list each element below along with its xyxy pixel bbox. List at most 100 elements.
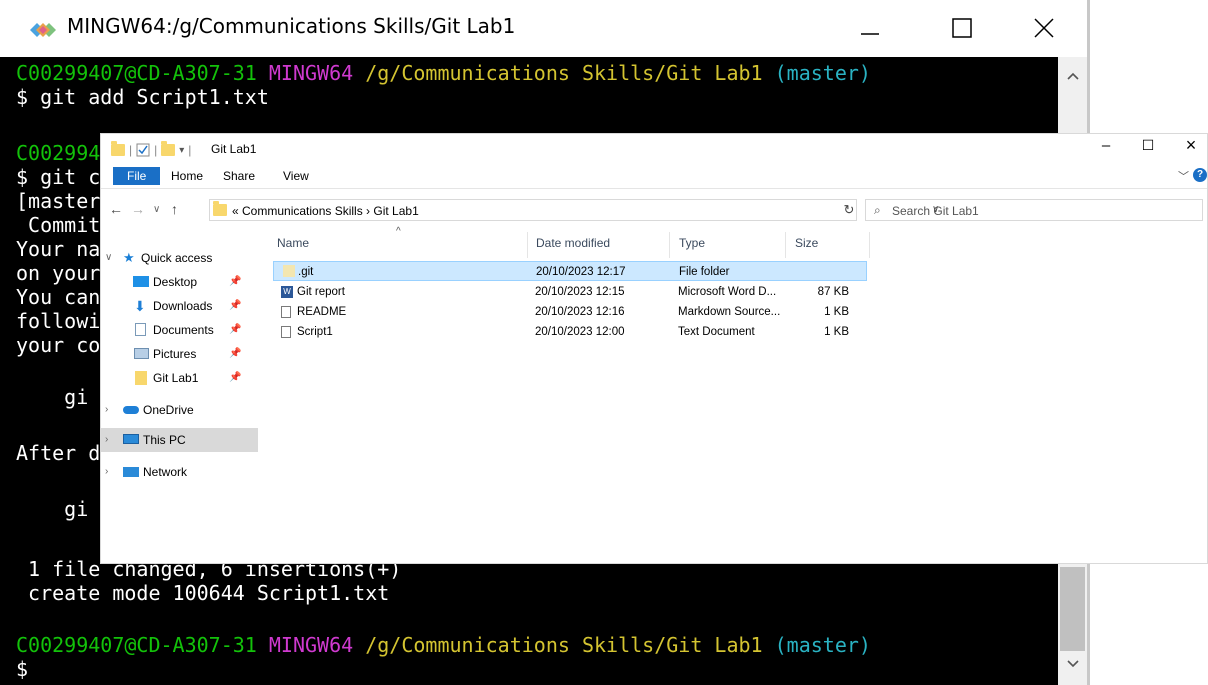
tab-file[interactable]: File bbox=[113, 167, 161, 185]
nav-pictures[interactable]: Pictures 📌 bbox=[101, 342, 258, 366]
folder-icon bbox=[135, 371, 147, 385]
minimize-icon: – bbox=[1101, 137, 1111, 154]
column-header-date[interactable]: Date modified bbox=[536, 236, 610, 250]
file-row[interactable]: README 20/10/2023 12:16 Markdown Source.… bbox=[273, 302, 867, 322]
close-button[interactable]: × bbox=[1176, 135, 1206, 159]
column-divider[interactable] bbox=[785, 232, 786, 258]
file-date: 20/10/2023 12:15 bbox=[535, 286, 625, 298]
arrow-up-icon: ↑ bbox=[171, 201, 178, 217]
nav-onedrive[interactable]: › OneDrive bbox=[101, 398, 258, 422]
explorer-title: Git Lab1 bbox=[211, 142, 257, 156]
minimize-icon bbox=[861, 33, 879, 35]
minimize-button[interactable] bbox=[840, 8, 900, 48]
prompt-line-1: C00299407@CD-A307-31 MINGW64 /g/Communic… bbox=[16, 61, 871, 85]
column-header-type[interactable]: Type bbox=[679, 236, 705, 250]
command-line-1: $ git add Script1.txt bbox=[16, 85, 269, 109]
breadcrumb[interactable]: « Communications Skills › Git Lab1 bbox=[232, 204, 419, 218]
minimize-button[interactable]: – bbox=[1091, 137, 1121, 161]
address-bar[interactable]: « Communications Skills › Git Lab1 ∨ bbox=[209, 199, 939, 221]
search-icon: ⌕ bbox=[874, 203, 881, 217]
output-line: You can bbox=[16, 285, 101, 309]
markdown-file-icon bbox=[281, 306, 291, 318]
separator: | bbox=[129, 143, 133, 157]
file-name: .git bbox=[298, 266, 314, 278]
separator: | bbox=[188, 143, 192, 157]
column-divider[interactable] bbox=[527, 232, 528, 258]
chevron-right-icon[interactable]: › bbox=[105, 460, 108, 484]
output-line: your co bbox=[16, 333, 101, 357]
chevron-down-icon bbox=[1066, 660, 1079, 668]
help-icon[interactable]: ? bbox=[1193, 168, 1207, 182]
file-size: 1 KB bbox=[824, 326, 849, 338]
git-diamond-icon bbox=[30, 23, 56, 37]
scroll-up-button[interactable] bbox=[1058, 65, 1087, 87]
scroll-down-button[interactable] bbox=[1058, 653, 1087, 675]
maximize-button[interactable]: ☐ bbox=[1133, 137, 1163, 161]
close-button[interactable] bbox=[1014, 8, 1074, 48]
file-type: File folder bbox=[679, 266, 730, 278]
terminal-titlebar[interactable]: MINGW64:/g/Communications Skills/Git Lab… bbox=[0, 0, 1090, 57]
nav-documents[interactable]: Documents 📌 bbox=[101, 318, 258, 342]
tab-home[interactable]: Home bbox=[161, 167, 213, 185]
ribbon-tabs: File Home Share View ﹀ ? bbox=[101, 164, 1207, 189]
refresh-button[interactable]: ↻ bbox=[839, 199, 859, 221]
quick-access-toolbar: | | ▾ | bbox=[111, 141, 191, 159]
arrow-right-icon: → bbox=[131, 201, 145, 217]
pin-icon[interactable]: 📌 bbox=[229, 270, 241, 294]
maximize-icon bbox=[952, 18, 972, 38]
pictures-icon bbox=[134, 348, 149, 359]
properties-icon[interactable] bbox=[136, 143, 150, 157]
file-list: Name ^ Date modified Type Size .git 20/1… bbox=[273, 226, 973, 532]
up-button[interactable]: ↑ bbox=[171, 201, 178, 217]
folder-icon bbox=[283, 265, 295, 277]
recent-locations-button[interactable]: ∨ bbox=[153, 204, 160, 215]
computer-icon bbox=[123, 434, 139, 444]
customize-toolbar-icon[interactable]: ▾ bbox=[179, 145, 184, 156]
folder-icon bbox=[213, 201, 227, 216]
pin-icon[interactable]: 📌 bbox=[229, 366, 241, 390]
sort-ascending-icon: ^ bbox=[396, 226, 401, 237]
search-placeholder: Search Git Lab1 bbox=[892, 204, 979, 218]
chevron-right-icon[interactable]: › bbox=[105, 398, 108, 422]
expand-ribbon-button[interactable]: ﹀ bbox=[1178, 168, 1189, 184]
search-input[interactable]: ⌕ Search Git Lab1 bbox=[865, 199, 1203, 221]
pin-icon[interactable]: 📌 bbox=[229, 318, 241, 342]
output-line: create mode 100644 Script1.txt bbox=[16, 581, 390, 605]
pin-icon[interactable]: 📌 bbox=[229, 294, 241, 318]
file-name: README bbox=[297, 306, 347, 318]
file-row[interactable]: .git 20/10/2023 12:17 File folder bbox=[273, 261, 867, 281]
column-divider[interactable] bbox=[669, 232, 670, 258]
close-icon: × bbox=[1185, 135, 1197, 155]
explorer-titlebar[interactable]: | | ▾ | Git Lab1 – ☐ × bbox=[101, 134, 1207, 164]
command-line-2: $ git c bbox=[16, 165, 101, 189]
nav-quick-access[interactable]: ∨ ★ Quick access bbox=[101, 246, 258, 270]
file-row[interactable]: W Git report 20/10/2023 12:15 Microsoft … bbox=[273, 282, 867, 302]
chevron-up-icon bbox=[1066, 72, 1079, 80]
nav-label: This PC bbox=[143, 433, 186, 447]
pin-icon[interactable]: 📌 bbox=[229, 342, 241, 366]
nav-label: Desktop bbox=[153, 275, 198, 289]
column-header-name[interactable]: Name bbox=[277, 236, 309, 250]
scrollbar-thumb[interactable] bbox=[1060, 567, 1085, 651]
nav-git-lab1[interactable]: Git Lab1 📌 bbox=[101, 366, 258, 390]
nav-desktop[interactable]: Desktop 📌 bbox=[101, 270, 258, 294]
file-type: Text Document bbox=[678, 326, 755, 338]
tab-share[interactable]: Share bbox=[213, 167, 265, 185]
back-button[interactable]: ← bbox=[109, 201, 123, 217]
file-row[interactable]: Script1 20/10/2023 12:00 Text Document 1… bbox=[273, 322, 867, 342]
chevron-down-icon[interactable]: ∨ bbox=[105, 246, 112, 270]
output-line: Commit bbox=[16, 213, 101, 237]
chevron-right-icon[interactable]: › bbox=[105, 428, 108, 452]
file-explorer-window: | | ▾ | Git Lab1 – ☐ × File Home Share V… bbox=[100, 133, 1208, 564]
file-date: 20/10/2023 12:00 bbox=[535, 326, 625, 338]
tab-view[interactable]: View bbox=[273, 167, 319, 185]
nav-network[interactable]: › Network bbox=[101, 460, 258, 484]
new-folder-icon[interactable] bbox=[161, 141, 176, 156]
nav-downloads[interactable]: ⬇ Downloads 📌 bbox=[101, 294, 258, 318]
column-divider[interactable] bbox=[869, 232, 870, 258]
nav-this-pc[interactable]: › This PC bbox=[101, 428, 258, 452]
terminal-title: MINGW64:/g/Communications Skills/Git Lab… bbox=[67, 14, 516, 38]
maximize-button[interactable] bbox=[932, 8, 992, 48]
forward-button[interactable]: → bbox=[131, 201, 145, 217]
column-header-size[interactable]: Size bbox=[795, 236, 818, 250]
